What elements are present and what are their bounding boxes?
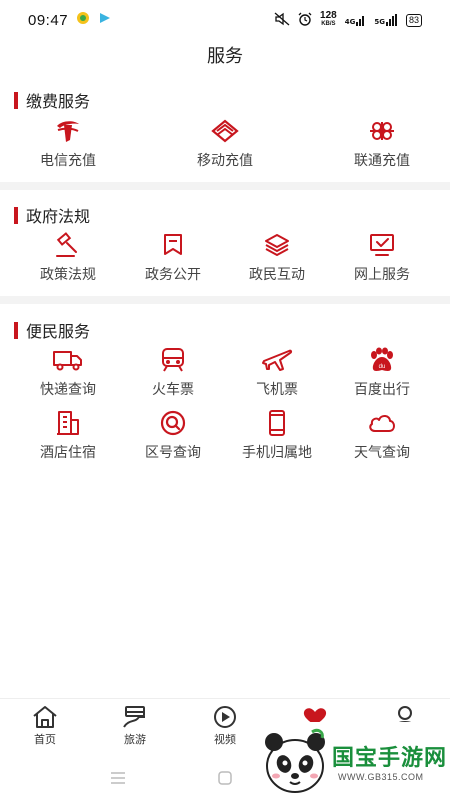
network-speed-unit: KB/S [321,21,336,27]
service-label: 区号查询 [145,445,201,461]
service-item-telecom[interactable]: 电信充值 [12,118,124,170]
section-header-government: 政府法规 [14,203,90,227]
service-item-phone-location[interactable]: 手机归属地 [221,410,333,462]
search-circle-icon [160,410,186,436]
service-label: 火车票 [152,382,194,398]
airplane-icon [262,349,293,371]
section-accent-bar [14,91,18,109]
network-speed: 128 KB/S [320,11,337,29]
section-divider [0,182,450,190]
app-notification-icon-2 [98,11,112,29]
service-label: 飞机票 [256,382,298,398]
service-label: 移动充值 [197,153,253,169]
service-label: 手机归属地 [242,445,312,461]
service-label: 政民互动 [249,267,305,283]
service-item-flight[interactable]: 飞机票 [221,347,333,399]
service-item-hotel[interactable]: 酒店住宿 [12,410,124,462]
gavel-icon [56,232,77,257]
nav-item-home[interactable]: 首页 [0,705,90,747]
section-header-payment: 缴费服务 [14,88,90,112]
layers-icon [265,234,289,256]
play-circle-icon [214,706,236,728]
page-title: 服务 [207,46,243,67]
china-mobile-icon [211,119,239,143]
watermark-text: 国宝手游网 [332,746,448,771]
service-item-baidu-travel[interactable]: du 百度出行 [326,347,438,399]
service-item-policy[interactable]: 政策法规 [12,232,124,284]
service-label: 百度出行 [354,382,410,398]
phone-icon [269,410,285,436]
service-item-gov-affairs[interactable]: 政务公开 [117,232,229,284]
section-header-convenience: 便民服务 [14,318,90,342]
panda-logo-icon [265,728,325,793]
service-label: 快递查询 [40,382,96,398]
service-label: 政策法规 [40,267,96,283]
train-icon [162,348,184,372]
service-label: 天气查询 [354,445,410,461]
watermark-url: WWW.GB315.COM [338,772,424,782]
service-item-interaction[interactable]: 政民互动 [221,232,333,284]
section-accent-bar [14,321,18,339]
service-item-area-code[interactable]: 区号查询 [117,410,229,462]
service-label: 酒店住宿 [40,445,96,461]
china-unicom-icon [370,122,394,140]
cloud-icon [369,415,395,432]
china-telecom-icon [57,121,79,142]
bookmark-icon [164,234,182,255]
service-label: 网上服务 [354,267,410,283]
watermark: 国宝手游网 WWW.GB315.COM [252,722,450,800]
service-item-online-service[interactable]: 网上服务 [326,232,438,284]
travel-icon [123,706,145,728]
service-item-train[interactable]: 火车票 [117,347,229,399]
section-divider [0,296,450,304]
service-item-unicom[interactable]: 联通充值 [326,118,438,170]
battery-indicator: 83 [405,13,422,27]
menu-key-icon[interactable] [110,772,126,784]
app-notification-icon [76,11,90,29]
nav-item-travel[interactable]: 旅游 [90,705,180,747]
section-title: 缴费服务 [26,92,91,111]
service-item-express[interactable]: 快递查询 [12,347,124,399]
service-label: 政务公开 [145,267,201,283]
status-bar: 09:47 128 KB/S 4G 5G 83 [0,0,450,40]
alarm-icon [298,12,312,29]
section-title: 便民服务 [26,322,91,341]
service-item-mobile[interactable]: 移动充值 [169,118,281,170]
nav-label: 首页 [34,733,56,746]
home-icon [33,706,57,728]
hotel-building-icon [57,411,79,435]
monitor-check-icon [370,234,394,256]
service-label: 电信充值 [40,153,96,169]
signal-4g-label: 4G [344,18,356,26]
svg-text:du: du [379,364,386,370]
baidu-paw-icon: du [371,347,393,371]
mute-icon [274,12,290,29]
service-label: 联通充值 [354,153,410,169]
section-title: 政府法规 [26,207,91,226]
network-speed-value: 128 [320,10,337,21]
signal-4g-icon: 4G [345,14,367,26]
truck-icon [53,351,82,371]
signal-5g-label: 5G [374,18,385,26]
status-time: 09:47 [28,11,69,29]
service-item-weather[interactable]: 天气查询 [326,410,438,462]
section-accent-bar [14,206,18,224]
signal-5g-icon: 5G [374,14,398,26]
nav-label: 旅游 [124,733,146,746]
home-key-icon[interactable] [218,771,232,785]
